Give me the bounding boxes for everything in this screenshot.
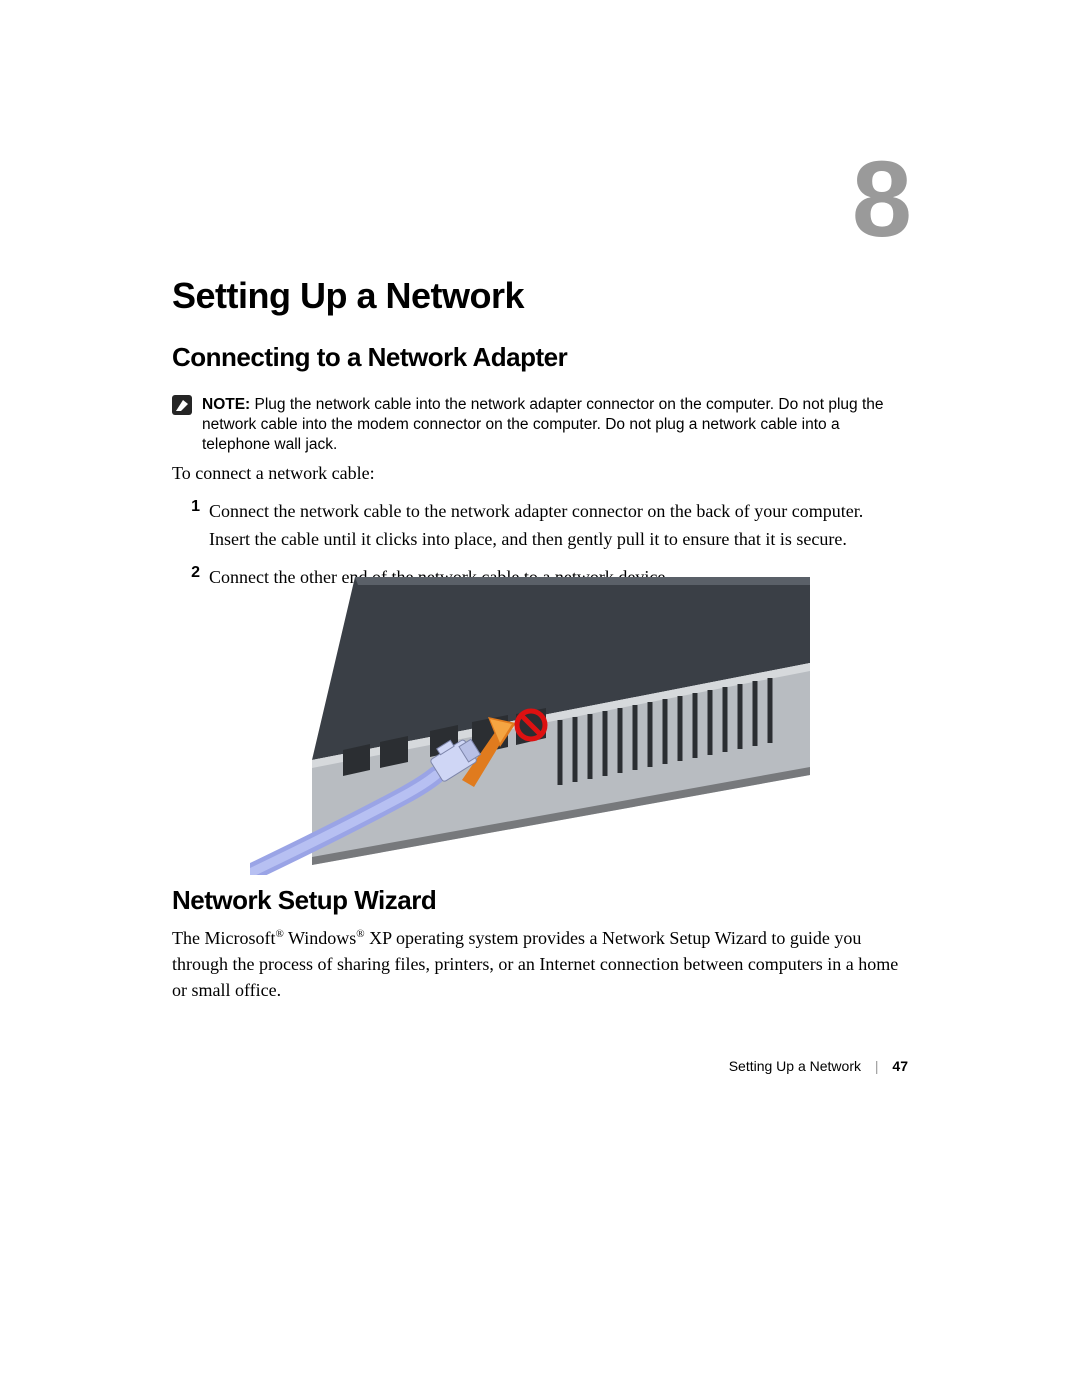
footer-separator: |: [875, 1058, 879, 1074]
list-item: 1 Connect the network cable to the netwo…: [172, 498, 907, 554]
section-heading-connecting: Connecting to a Network Adapter: [172, 342, 567, 373]
wizard-paragraph: The Microsoft® Windows® XP operating sys…: [172, 925, 907, 1003]
wizard-text-part: The Microsoft: [172, 928, 275, 948]
section-heading-wizard: Network Setup Wizard: [172, 885, 436, 916]
page-number: 47: [892, 1058, 908, 1074]
intro-text: To connect a network cable:: [172, 460, 907, 486]
footer-title: Setting Up a Network: [729, 1058, 861, 1074]
chapter-number: 8: [852, 150, 908, 247]
registered-symbol: ®: [356, 928, 364, 940]
chapter-title: Setting Up a Network: [172, 275, 524, 317]
wizard-text-part: Windows: [284, 928, 356, 948]
step-text: Connect the network cable to the network…: [209, 498, 907, 554]
note-text: NOTE: Plug the network cable into the ne…: [202, 395, 907, 455]
note-body: Plug the network cable into the network …: [202, 396, 884, 453]
note-label: NOTE:: [202, 396, 250, 413]
step-number: 1: [172, 498, 200, 516]
note-block: NOTE: Plug the network cable into the ne…: [172, 395, 907, 455]
page-footer: Setting Up a Network | 47: [729, 1058, 908, 1074]
registered-symbol: ®: [275, 928, 283, 940]
step-number: 2: [172, 564, 200, 582]
note-icon: [172, 395, 192, 415]
figure-network-cable: [250, 575, 830, 875]
